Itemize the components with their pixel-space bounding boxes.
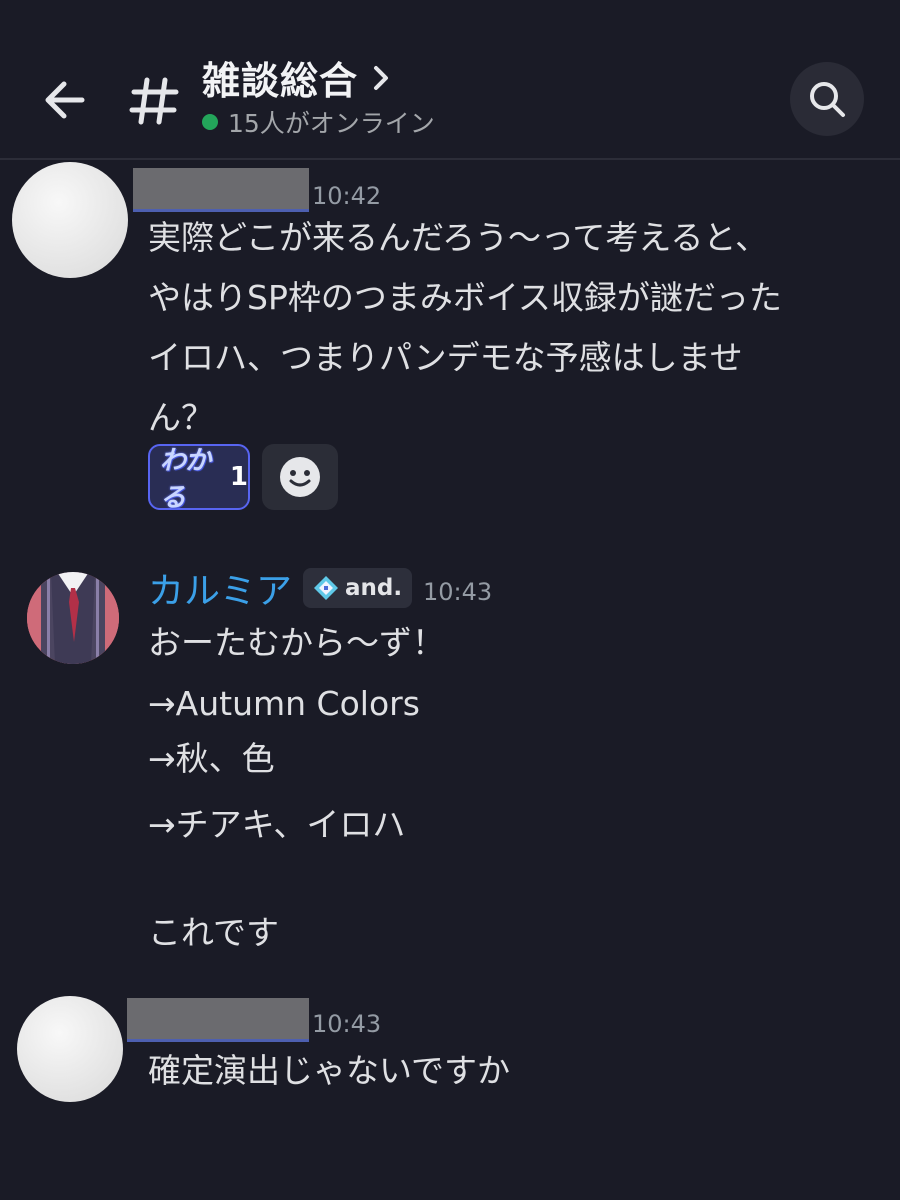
message-author[interactable]: カルミア <box>148 562 292 614</box>
message-line: これです <box>148 913 280 952</box>
message-text: 実際どこが来るんだろう〜って考えると、 やはりSP枠のつまみボイス収録が謎だった… <box>148 218 782 437</box>
channel-title-button[interactable]: 雑談総合 <box>202 50 390 105</box>
message-line: →秋、色 <box>148 739 275 778</box>
add-reaction-button[interactable] <box>262 444 338 510</box>
chevron-right-icon <box>374 65 389 90</box>
message-line: →チアキ、イロハ <box>148 805 406 844</box>
message-text: 確定演出じゃないですか <box>148 1051 511 1090</box>
search-icon <box>810 82 845 117</box>
message-timestamp: 10:43 <box>312 1010 382 1038</box>
reaction-chip[interactable]: わかる 1 <box>148 444 250 513</box>
channel-title: 雑談総合 <box>202 59 359 103</box>
channel-header: 雑談総合 15人がオンライン <box>0 0 900 160</box>
online-count: 15人がオンライン <box>228 109 435 138</box>
server-tag[interactable]: and. <box>303 568 413 608</box>
avatar[interactable] <box>27 572 119 664</box>
message-timestamp: 10:42 <box>312 182 382 210</box>
avatar[interactable] <box>12 162 128 278</box>
hash-icon <box>129 77 179 125</box>
reaction-emoji: わかる <box>160 446 211 513</box>
message-line: おーたむから〜ず！ <box>148 623 445 662</box>
avatar[interactable] <box>17 996 123 1102</box>
server-tag-label: and. <box>345 575 403 601</box>
smiley-icon <box>280 457 320 497</box>
message-timestamp: 10:43 <box>423 578 493 606</box>
redacted-username[interactable] <box>133 168 309 212</box>
avatar-illustration <box>27 572 119 664</box>
online-dot-icon <box>202 114 218 130</box>
online-status: 15人がオンライン <box>202 104 435 140</box>
search-button[interactable] <box>790 62 864 136</box>
reaction-count: 1 <box>229 462 248 492</box>
message-line: →Autumn Colors <box>148 684 420 723</box>
arrow-left-icon <box>45 81 85 119</box>
diamond-sparkle-icon <box>314 576 338 600</box>
redacted-username[interactable] <box>127 998 309 1042</box>
back-button[interactable] <box>34 72 94 128</box>
